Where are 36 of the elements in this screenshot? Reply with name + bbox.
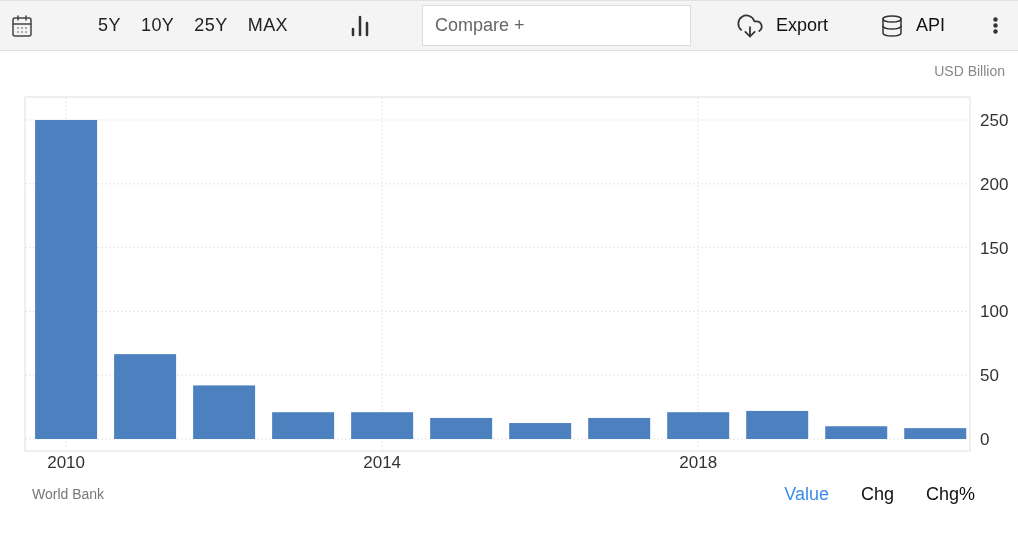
view-tab[interactable]: Chg% bbox=[925, 481, 975, 508]
range-button[interactable]: 25Y bbox=[194, 12, 228, 39]
database-icon bbox=[880, 13, 905, 38]
source-label: World Bank bbox=[32, 485, 105, 504]
x-axis-label: 2018 bbox=[679, 453, 718, 472]
bar bbox=[351, 412, 414, 439]
bar bbox=[746, 410, 809, 439]
y-axis-label: 150 bbox=[980, 238, 1009, 258]
api-button[interactable]: API bbox=[880, 11, 946, 40]
y-axis-label: 200 bbox=[980, 174, 1009, 194]
view-tab[interactable]: Chg bbox=[860, 481, 894, 508]
range-button[interactable]: MAX bbox=[247, 12, 289, 39]
bar bbox=[509, 423, 572, 439]
range-button[interactable]: 5Y bbox=[98, 12, 121, 39]
y-axis-label: 100 bbox=[980, 302, 1009, 322]
bar bbox=[272, 412, 335, 439]
compare-field[interactable]: Compare + bbox=[422, 5, 692, 46]
y-axis-label: 50 bbox=[980, 366, 999, 386]
more-button[interactable] bbox=[993, 17, 998, 34]
bar bbox=[904, 428, 967, 439]
export-button[interactable]: Export bbox=[736, 11, 829, 40]
y-axis-label: 250 bbox=[980, 110, 1009, 130]
y-axis-label: 0 bbox=[980, 430, 990, 449]
view-tab[interactable]: Value bbox=[784, 481, 829, 508]
x-axis-label: 2014 bbox=[363, 453, 402, 472]
bar bbox=[193, 385, 256, 439]
bar bbox=[430, 417, 493, 439]
bar bbox=[667, 412, 730, 439]
unit-label: USD Billion bbox=[934, 62, 1005, 81]
range-button[interactable]: 10Y bbox=[140, 12, 175, 39]
calendar-button[interactable] bbox=[10, 13, 34, 38]
bar bbox=[825, 426, 888, 439]
more-icon bbox=[993, 17, 998, 34]
bar bbox=[588, 417, 651, 439]
calendar-icon bbox=[10, 13, 34, 38]
x-axis-label: 2010 bbox=[47, 453, 85, 472]
